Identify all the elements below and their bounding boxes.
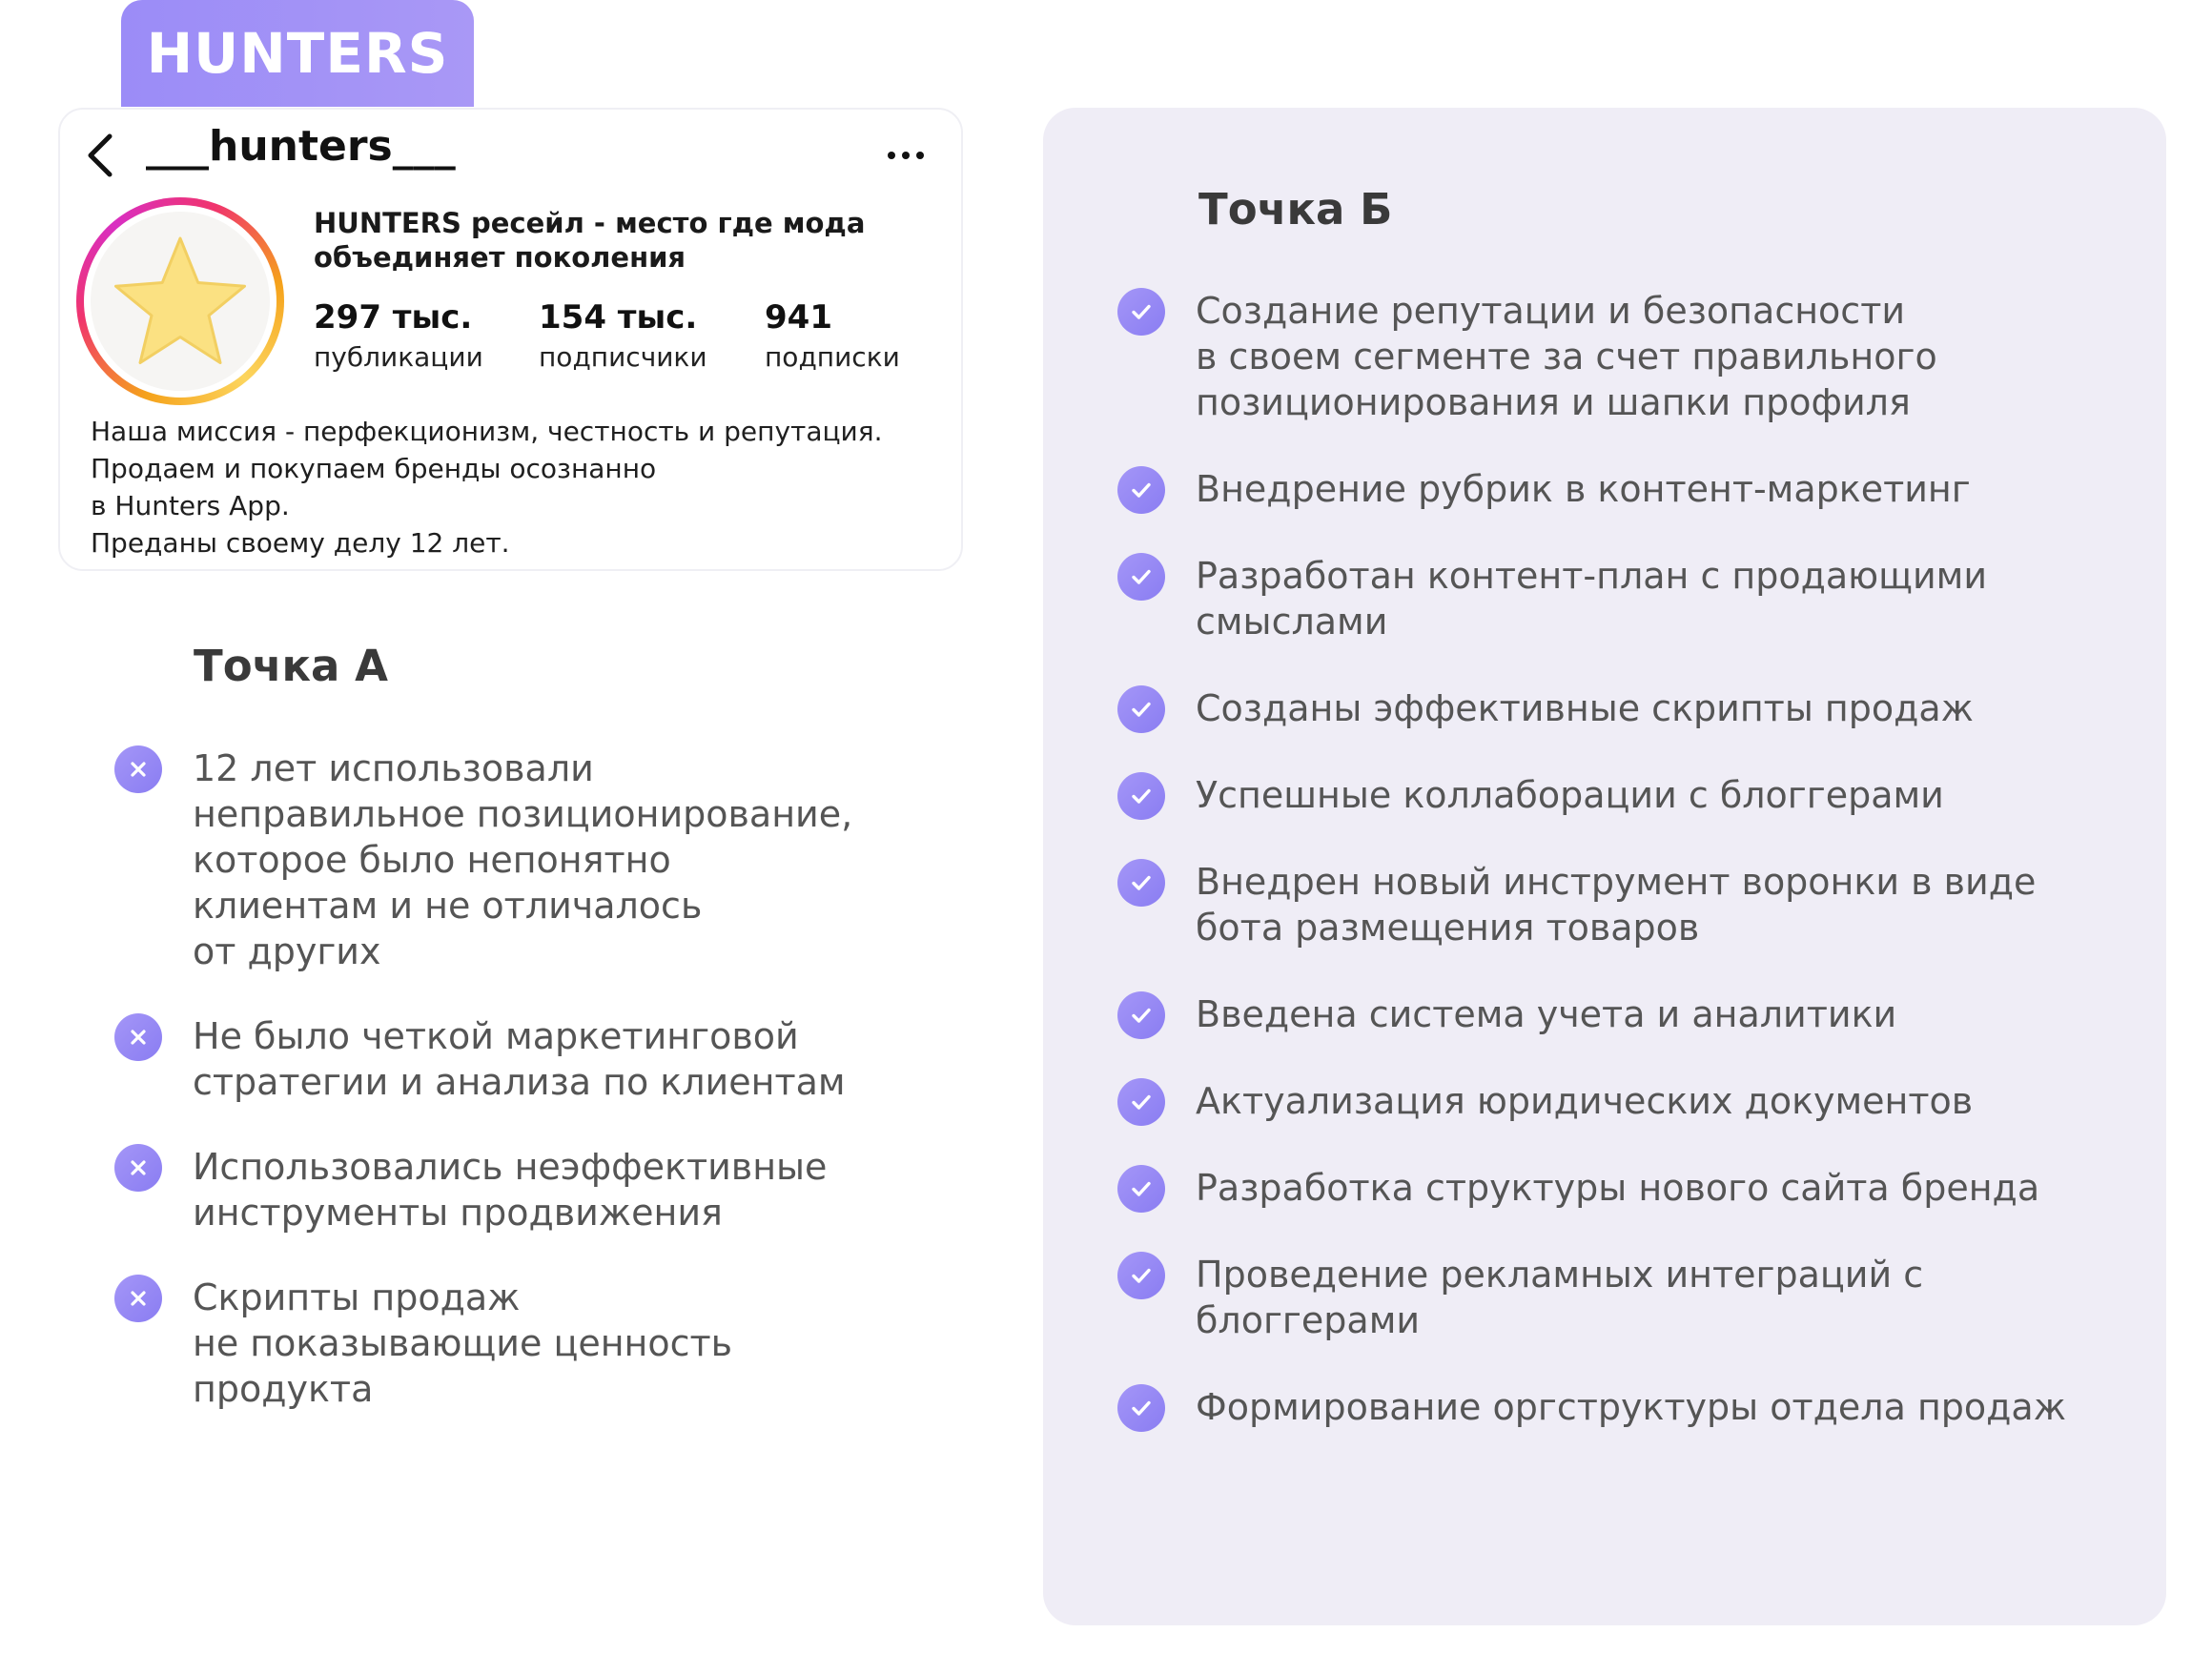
check-mark-icon (1117, 859, 1165, 907)
list-item: Разработан контент-план с продающими смыс… (1117, 553, 2185, 644)
list-item-text: Создание репутации и безопасности в своем… (1196, 290, 1937, 423)
more-horizontal-icon (888, 152, 924, 159)
list-item-text: Разработан контент-план с продающими смыс… (1196, 555, 1988, 643)
back-button[interactable] (81, 127, 119, 184)
stat-value: 941 (765, 298, 832, 337)
list-item-text: Созданы эффективные скрипты продаж (1196, 687, 1974, 729)
list-item-text: Внедрение рубрик в контент-маркетинг (1196, 468, 1971, 510)
list-item-text: Не было четкой маркетинговой стратегии и … (193, 1015, 846, 1103)
check-mark-icon (1117, 1165, 1165, 1213)
more-options-button[interactable] (877, 136, 934, 174)
list-item: Введена система учета и аналитики (1117, 991, 2185, 1039)
stat-followers[interactable]: 154 тыс. подписчики (539, 296, 707, 377)
stat-label: подписчики (539, 341, 707, 373)
list-item-text: Проведение рекламных интеграций с блоггер… (1196, 1254, 1924, 1341)
x-mark-icon (114, 1275, 162, 1322)
check-mark-icon (1117, 1252, 1165, 1299)
point-b-list: Создание репутации и безопасности в своем… (1117, 288, 2185, 1471)
list-item-text: Разработка структуры нового сайта бренда (1196, 1167, 2040, 1209)
point-a-list: 12 лет использовали неправильное позицион… (114, 745, 934, 1451)
list-item-text: Успешные коллаборации с блоггерами (1196, 774, 1944, 816)
bio-line: Наша миссия - перфекционизм, честность и… (91, 416, 883, 447)
list-item: Создание репутации и безопасности в своем… (1117, 288, 2185, 425)
stat-value: 154 тыс. (539, 298, 698, 337)
check-mark-icon (1117, 1384, 1165, 1432)
x-mark-icon (114, 745, 162, 793)
list-item-text: Актуализация юридических документов (1196, 1080, 1974, 1122)
stat-label: публикации (314, 341, 483, 373)
brand-tab: HUNTERS (121, 0, 474, 107)
bio-line: в Hunters App. (91, 490, 290, 521)
bio-line: Преданы своему делу 12 лет. (91, 527, 510, 559)
avatar[interactable] (76, 197, 284, 405)
list-item: 12 лет использовали неправильное позицион… (114, 745, 934, 974)
check-mark-icon (1117, 466, 1165, 514)
profile-bio: Наша миссия - перфекционизм, честность и… (91, 413, 949, 561)
list-item: Не было четкой маркетинговой стратегии и … (114, 1013, 934, 1105)
list-item: Разработка структуры нового сайта бренда (1117, 1165, 2185, 1213)
list-item: Актуализация юридических документов (1117, 1078, 2185, 1126)
list-item-text: Использовались неэффективные инструменты … (193, 1146, 828, 1234)
profile-card: ___hunters___ HUNTERS ресейл - место где… (58, 108, 963, 571)
check-mark-icon (1117, 772, 1165, 820)
stat-value: 297 тыс. (314, 298, 473, 337)
bio-line: Продаем и покупаем бренды осознанно (91, 453, 657, 484)
check-mark-icon (1117, 991, 1165, 1039)
list-item: Скрипты продаж не показывающие ценность пр… (114, 1275, 934, 1412)
x-mark-icon (114, 1144, 162, 1192)
list-item: Внедрен новый инструмент воронки в виде б… (1117, 859, 2185, 950)
list-item: Внедрение рубрик в контент-маркетинг (1117, 466, 2185, 514)
profile-username: ___hunters___ (146, 122, 456, 171)
list-item-text: Внедрен новый инструмент воронки в виде б… (1196, 861, 2037, 949)
profile-display-name: HUNTERS ресейл - место где мода объединя… (314, 207, 866, 274)
star-icon (114, 236, 246, 364)
list-item-text: 12 лет использовали неправильное позицион… (193, 747, 853, 972)
point-a-title: Точка А (194, 641, 388, 691)
stat-following[interactable]: 941 подписки (765, 296, 900, 377)
list-item: Успешные коллаборации с блоггерами (1117, 772, 2185, 820)
list-item-text: Формирование оргструктуры отдела продаж (1196, 1386, 2066, 1428)
check-mark-icon (1117, 1078, 1165, 1126)
list-item: Созданы эффективные скрипты продаж (1117, 685, 2185, 733)
stat-label: подписки (765, 341, 900, 373)
check-mark-icon (1117, 685, 1165, 733)
check-mark-icon (1117, 553, 1165, 601)
x-mark-icon (114, 1013, 162, 1061)
list-item: Использовались неэффективные инструменты … (114, 1144, 934, 1235)
check-mark-icon (1117, 288, 1165, 336)
list-item: Проведение рекламных интеграций с блоггер… (1117, 1252, 2185, 1343)
list-item-text: Введена система учета и аналитики (1196, 993, 1897, 1035)
list-item: Формирование оргструктуры отдела продаж (1117, 1384, 2185, 1432)
list-item-text: Скрипты продаж не показывающие ценность пр… (193, 1276, 733, 1410)
chevron-left-icon (88, 133, 113, 177)
stat-posts[interactable]: 297 тыс. публикации (314, 296, 483, 377)
point-b-title: Точка Б (1198, 184, 1393, 235)
